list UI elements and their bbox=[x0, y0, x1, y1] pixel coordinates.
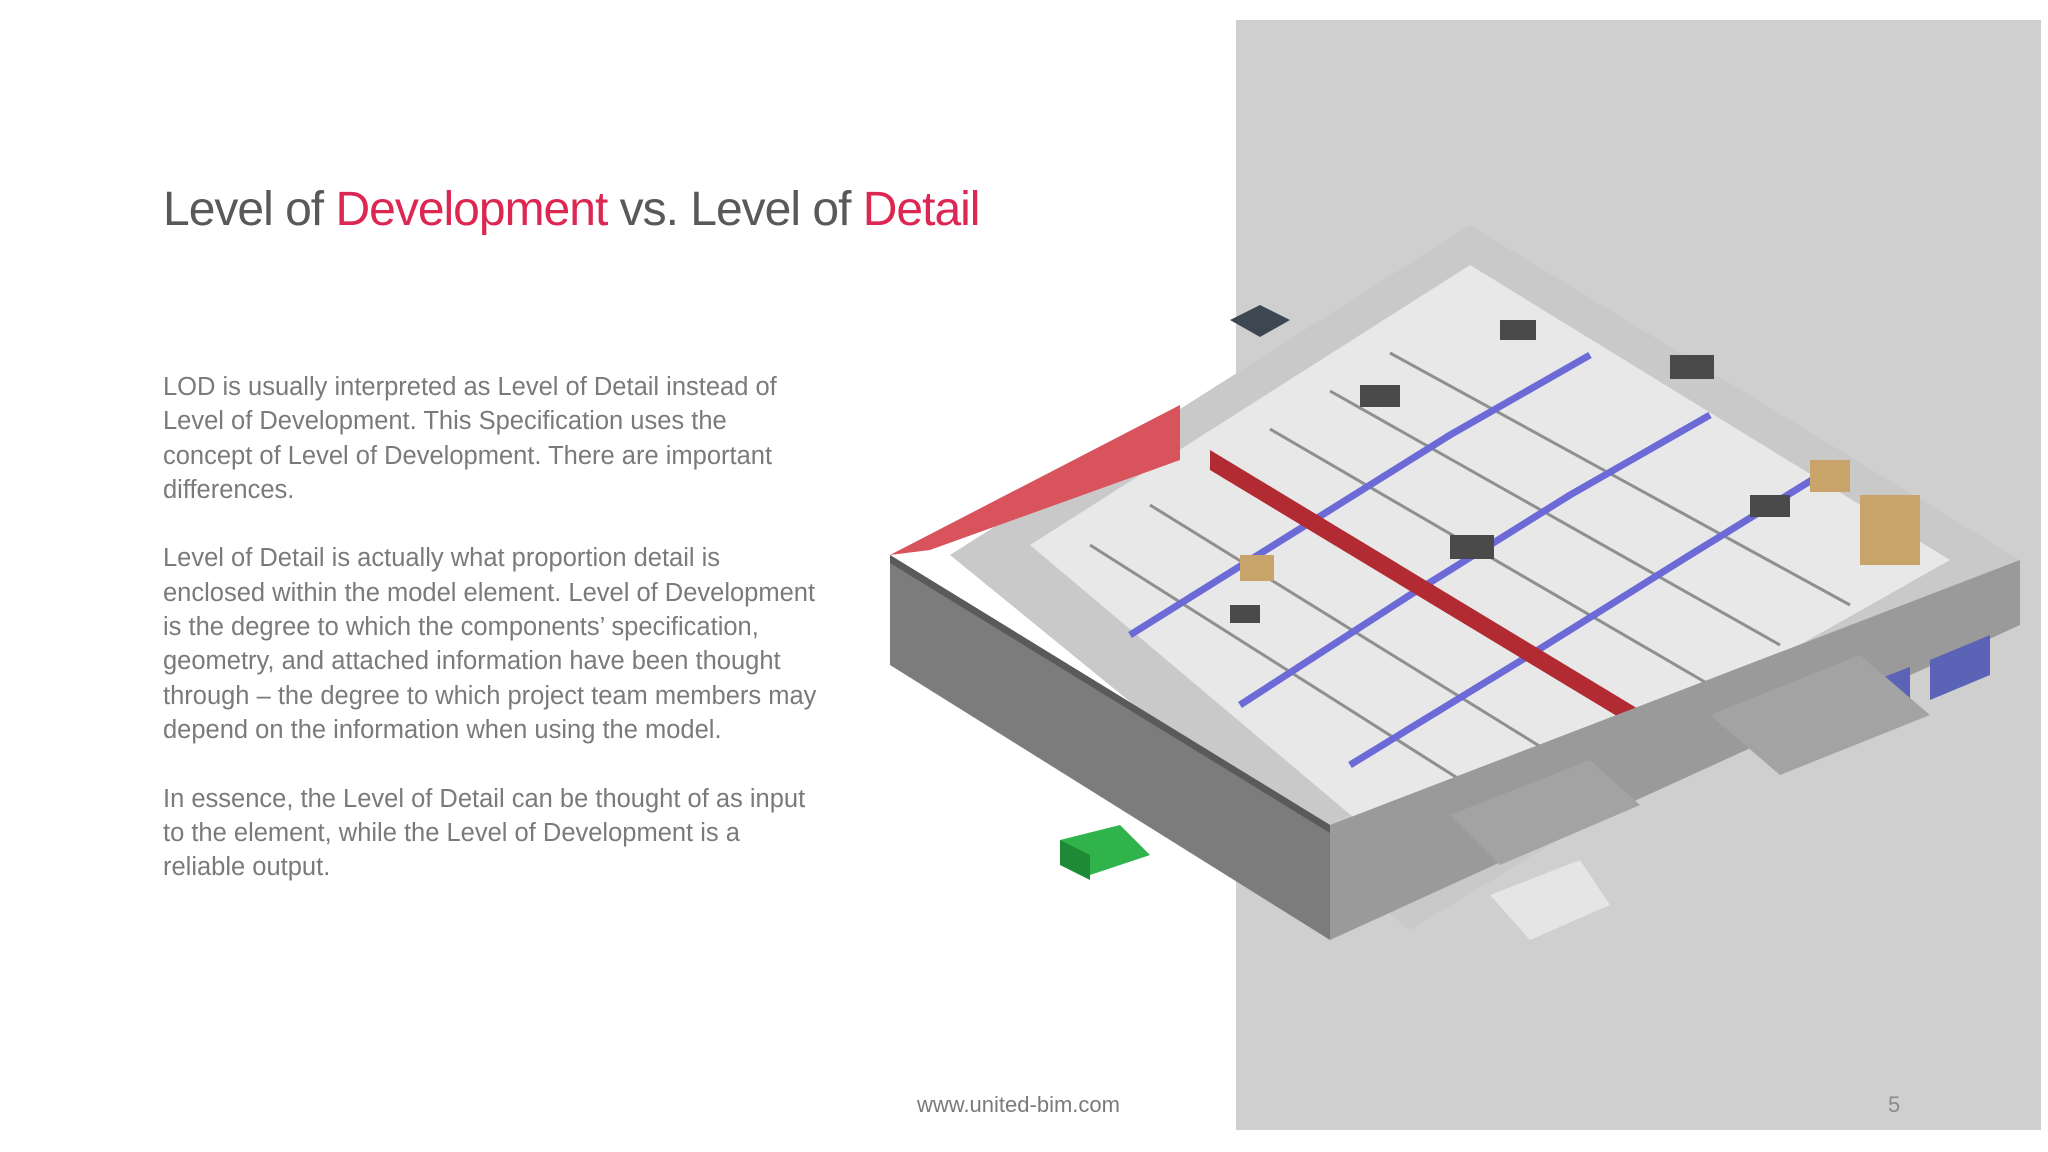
title-part-2: vs. Level of bbox=[607, 183, 863, 236]
body-text: LOD is usually interpreted as Level of D… bbox=[163, 370, 823, 919]
slide-title: Level of Development vs. Level of Detail bbox=[163, 182, 980, 237]
paragraph-1: LOD is usually interpreted as Level of D… bbox=[163, 373, 777, 504]
footer-url: www.united-bim.com bbox=[917, 1092, 1120, 1117]
bim-building-model-illustration bbox=[890, 225, 2020, 940]
paragraph-2: Level of Detail is actually what proport… bbox=[163, 544, 817, 744]
title-accent-development: Development bbox=[335, 183, 608, 236]
title-part-1: Level of bbox=[163, 183, 336, 236]
paragraph-3: In essence, the Level of Detail can be t… bbox=[163, 784, 806, 882]
page-number: 5 bbox=[1888, 1092, 1901, 1117]
